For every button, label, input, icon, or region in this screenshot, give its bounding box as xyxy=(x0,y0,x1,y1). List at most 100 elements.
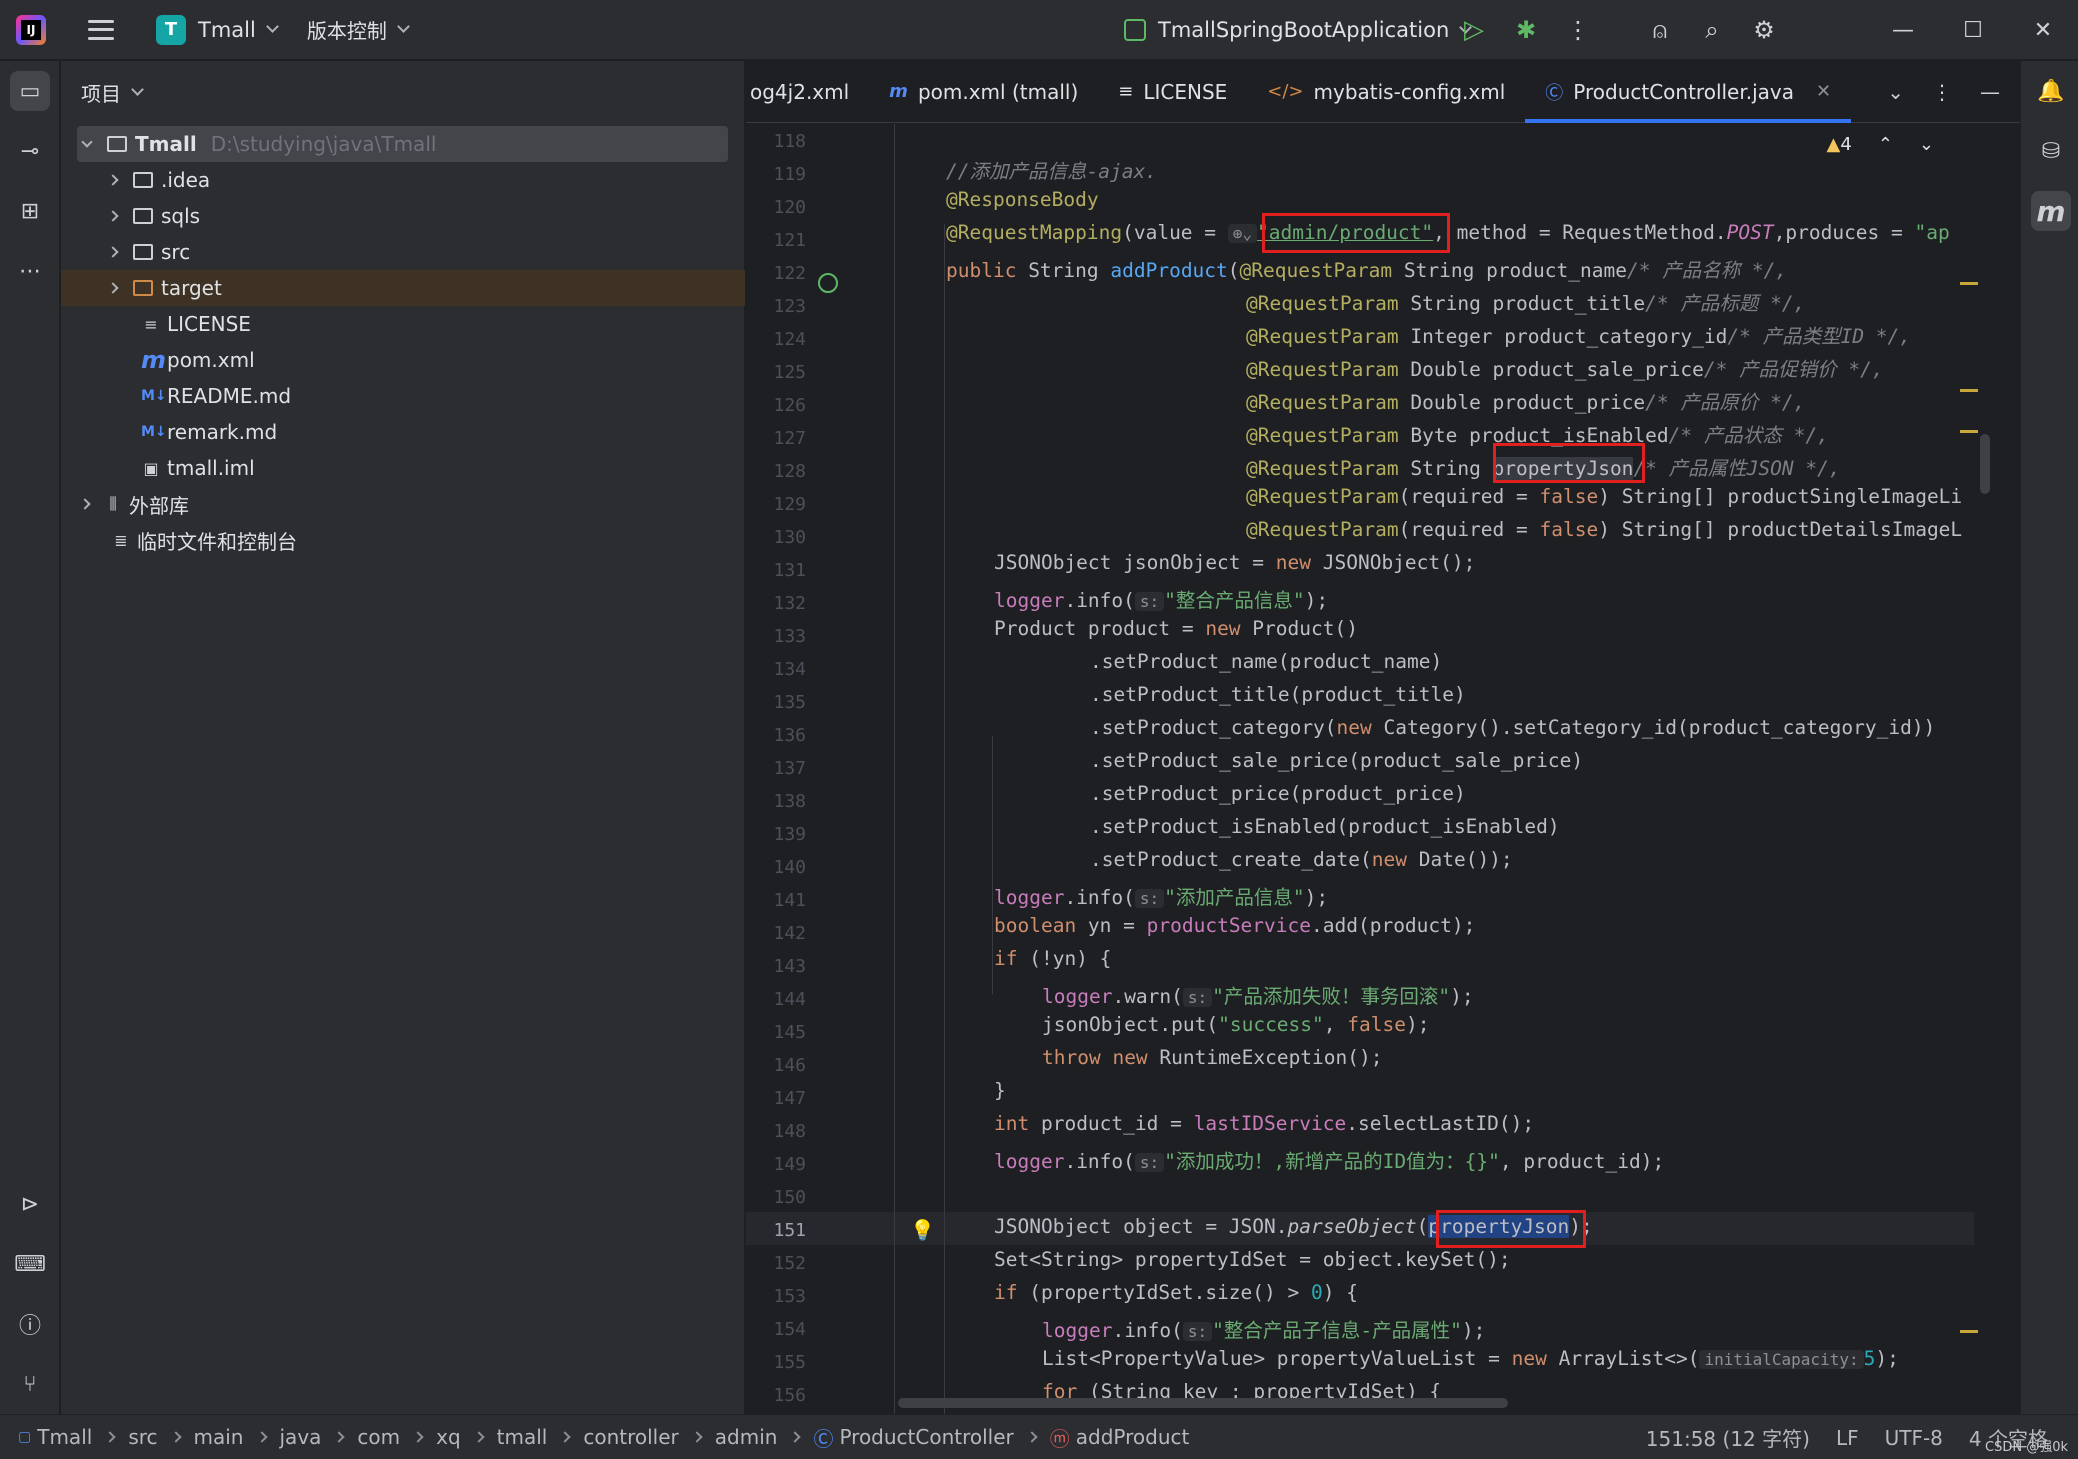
main-menu-icon[interactable] xyxy=(88,19,114,40)
line-number[interactable]: 149 xyxy=(746,1154,806,1175)
line-number[interactable]: 139 xyxy=(746,824,806,845)
line-number[interactable]: 128 xyxy=(746,461,806,482)
line-number[interactable]: 142 xyxy=(746,923,806,944)
more-actions-icon[interactable]: ⋮ xyxy=(1564,16,1592,44)
minimize-icon[interactable]: — xyxy=(1868,18,1938,43)
maximize-icon[interactable]: ☐ xyxy=(1938,18,2008,43)
close-window-icon[interactable]: ✕ xyxy=(2008,18,2078,43)
line-separator[interactable]: LF xyxy=(1836,1426,1859,1450)
line-number[interactable]: 145 xyxy=(746,1022,806,1043)
chevron-right-icon[interactable] xyxy=(107,174,119,186)
tree-root-tmall[interactable]: Tmall D:\studying\java\Tmall xyxy=(77,126,728,162)
services-icon[interactable]: ⊳ xyxy=(10,1184,50,1224)
chevron-down-icon[interactable] xyxy=(81,135,93,148)
line-number[interactable]: 144 xyxy=(746,989,806,1010)
line-number[interactable]: 119 xyxy=(746,164,806,185)
vertical-scrollbar[interactable] xyxy=(1980,434,1990,494)
breadcrumb-item[interactable]: Tmall xyxy=(37,1425,92,1449)
line-number[interactable]: 121 xyxy=(746,230,806,251)
debug-icon[interactable]: ✱ xyxy=(1512,16,1540,44)
tree-item-sqls[interactable]: sqls xyxy=(61,198,745,234)
code-editor[interactable]: 118 119 120 121 122 123 124 125 126 127 128 129 130 1… xyxy=(746,124,2020,1414)
line-number[interactable]: 132 xyxy=(746,593,806,614)
line-number[interactable]: 134 xyxy=(746,659,806,680)
tree-item-iml[interactable]: ▣ tmall.iml xyxy=(61,450,745,486)
file-encoding[interactable]: UTF-8 xyxy=(1885,1426,1943,1450)
database-icon[interactable]: ⛁ xyxy=(2031,131,2071,171)
chevron-down-icon[interactable] xyxy=(396,20,410,33)
tab-mybatis-config[interactable]: </> mybatis-config.xml xyxy=(1247,61,1525,123)
add-user-icon[interactable]: ⍝ xyxy=(1646,16,1674,44)
chevron-right-icon[interactable] xyxy=(107,210,119,222)
tree-item-scratches[interactable]: ≣ 临时文件和控制台 xyxy=(61,522,745,558)
lightbulb-icon[interactable]: 💡 xyxy=(910,1218,935,1242)
tab-product-controller[interactable]: Ⓒ ProductController.java ✕ xyxy=(1525,61,1851,123)
breadcrumb-item[interactable]: java xyxy=(280,1425,322,1449)
warning-stripe[interactable] xyxy=(1960,389,1978,392)
line-number[interactable]: 146 xyxy=(746,1055,806,1076)
line-number[interactable]: 156 xyxy=(746,1385,806,1406)
inspection-widget[interactable]: ▲4 ⌃ ⌄ xyxy=(1827,134,1934,155)
tree-item-idea[interactable]: .idea xyxy=(61,162,745,198)
prev-highlight-icon[interactable]: ⌃ xyxy=(1878,134,1893,155)
more-tools-icon[interactable]: ⋯ xyxy=(10,251,50,291)
breadcrumb-item[interactable]: tmall xyxy=(497,1425,548,1449)
tree-item-target[interactable]: target xyxy=(61,270,745,306)
line-number[interactable]: 122 xyxy=(746,263,806,284)
horizontal-scrollbar[interactable] xyxy=(898,1398,1508,1408)
line-number[interactable]: 140 xyxy=(746,857,806,878)
line-number[interactable]: 123 xyxy=(746,296,806,317)
breadcrumb-item[interactable]: controller xyxy=(583,1425,678,1449)
tab-list-chevron-icon[interactable]: ⌄ xyxy=(1887,80,1904,104)
breadcrumb-item[interactable]: ProductController xyxy=(839,1425,1013,1449)
line-number[interactable]: 133 xyxy=(746,626,806,647)
intellij-logo-icon[interactable]: IJ xyxy=(16,14,46,45)
line-number[interactable]: 148 xyxy=(746,1121,806,1142)
tree-item-readme[interactable]: M↓ README.md xyxy=(61,378,745,414)
git-branch-icon[interactable]: ⑂ xyxy=(10,1364,50,1404)
breadcrumb-item[interactable]: src xyxy=(128,1425,157,1449)
breadcrumb-item[interactable]: main xyxy=(194,1425,244,1449)
search-icon[interactable]: ⌕ xyxy=(1698,16,1726,44)
terminal-icon[interactable]: ⌨ xyxy=(10,1244,50,1284)
project-panel-header[interactable]: 项目 xyxy=(61,61,744,123)
line-number[interactable]: 154 xyxy=(746,1319,806,1340)
line-number[interactable]: 129 xyxy=(746,494,806,515)
tab-pom[interactable]: m pom.xml (tmall) xyxy=(869,61,1098,123)
breadcrumb-item[interactable]: addProduct xyxy=(1076,1425,1190,1449)
line-number[interactable]: 125 xyxy=(746,362,806,383)
line-number[interactable]: 137 xyxy=(746,758,806,779)
structure-icon[interactable]: ⊞ xyxy=(10,191,50,231)
chevron-right-icon[interactable] xyxy=(79,498,91,510)
tree-item-remark[interactable]: M↓ remark.md xyxy=(61,414,745,450)
line-number[interactable]: 126 xyxy=(746,395,806,416)
chevron-right-icon[interactable] xyxy=(107,246,119,258)
project-badge[interactable]: T xyxy=(156,14,186,45)
project-folder-icon[interactable]: ▭ xyxy=(10,71,50,111)
breadcrumb-item[interactable]: com xyxy=(357,1425,400,1449)
breadcrumb-item[interactable]: admin xyxy=(715,1425,778,1449)
close-tab-icon[interactable]: ✕ xyxy=(1816,81,1831,102)
caret-position[interactable]: 151:58 (12 字符) xyxy=(1646,1423,1810,1452)
warning-stripe[interactable] xyxy=(1960,1330,1978,1333)
line-number[interactable]: 127 xyxy=(746,428,806,449)
minimize-panel-icon[interactable]: — xyxy=(1980,80,2000,104)
tree-item-license[interactable]: ≡ LICENSE xyxy=(61,306,745,342)
line-number[interactable]: 135 xyxy=(746,692,806,713)
line-number[interactable]: 147 xyxy=(746,1088,806,1109)
line-number[interactable]: 153 xyxy=(746,1286,806,1307)
line-number[interactable]: 131 xyxy=(746,560,806,581)
tree-item-external-libraries[interactable]: ⫼ 外部库 xyxy=(61,486,745,522)
warning-stripe[interactable] xyxy=(1960,282,1978,285)
project-switcher[interactable]: Tmall xyxy=(198,18,256,42)
breadcrumb-item[interactable]: xq xyxy=(436,1425,461,1449)
line-number[interactable]: 120 xyxy=(746,197,806,218)
tab-log4j2[interactable]: og4j2.xml xyxy=(746,61,869,123)
commit-icon[interactable]: ⊸ xyxy=(10,131,50,171)
chevron-right-icon[interactable] xyxy=(107,282,119,294)
line-number[interactable]: 141 xyxy=(746,890,806,911)
endpoint-gutter-icon[interactable] xyxy=(818,273,838,293)
line-number[interactable]: 143 xyxy=(746,956,806,977)
problems-icon[interactable]: ⓘ xyxy=(10,1304,50,1344)
tab-license[interactable]: ≡ LICENSE xyxy=(1098,61,1247,123)
